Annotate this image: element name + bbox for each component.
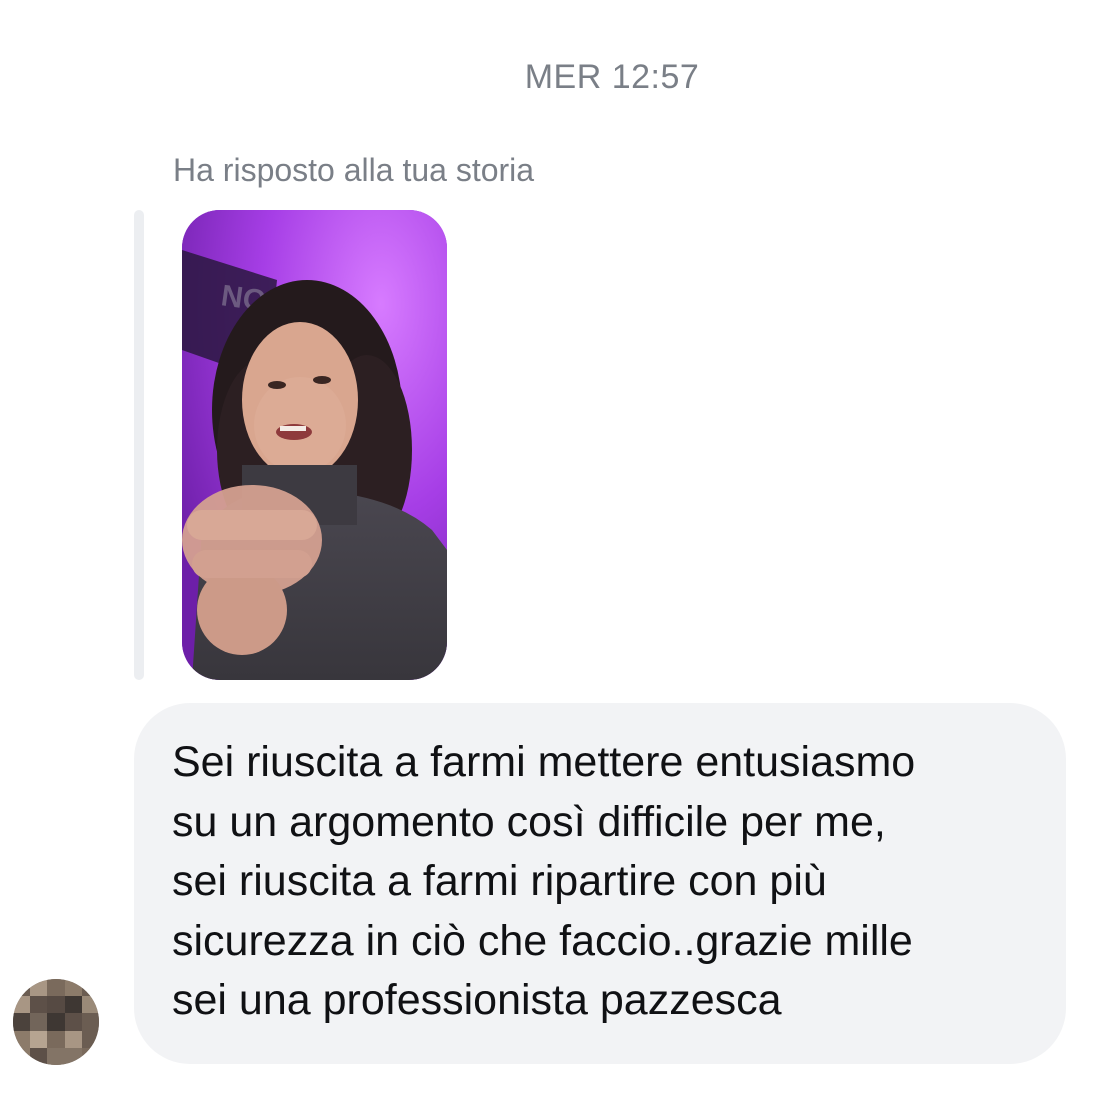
story-image: NO xyxy=(182,210,447,680)
sender-avatar[interactable] xyxy=(13,979,99,1065)
reply-quote-bar xyxy=(134,210,144,680)
avatar-pixel xyxy=(13,1030,31,1048)
avatar-pixel xyxy=(81,996,99,1014)
avatar-pixel xyxy=(30,979,48,997)
avatar-pixel xyxy=(64,1047,82,1065)
avatar-pixel xyxy=(47,979,65,997)
avatar-pixel xyxy=(47,996,65,1014)
avatar-pixel xyxy=(47,1013,65,1031)
avatar-pixel xyxy=(13,1047,31,1065)
avatar-pixel xyxy=(30,1047,48,1065)
avatar-pixel xyxy=(81,1030,99,1048)
avatar-pixel xyxy=(64,1030,82,1048)
avatar-pixel xyxy=(13,996,31,1014)
avatar-pixel xyxy=(64,979,82,997)
message-text: Sei riuscita a farmi mettere entusiasmo … xyxy=(172,738,916,1024)
avatar-pixel xyxy=(13,1013,31,1031)
avatar-pixel xyxy=(64,1013,82,1031)
avatar-pixel xyxy=(47,1047,65,1065)
avatar-pixel xyxy=(30,996,48,1014)
avatar-pixel xyxy=(47,1030,65,1048)
story-thumbnail[interactable]: NO xyxy=(182,210,447,680)
avatar-pixel xyxy=(81,1047,99,1065)
avatar-pixel xyxy=(30,1030,48,1048)
message-timestamp: MER 12:57 xyxy=(524,58,700,96)
avatar-pixel xyxy=(81,979,99,997)
story-reply-label: Ha risposto alla tua storia xyxy=(173,152,535,188)
avatar-pixel xyxy=(13,979,31,997)
message-bubble[interactable]: Sei riuscita a farmi mettere entusiasmo … xyxy=(134,703,1066,1064)
avatar-pixel xyxy=(30,1013,48,1031)
avatar-pixel xyxy=(81,1013,99,1031)
avatar-pixel xyxy=(64,996,82,1014)
